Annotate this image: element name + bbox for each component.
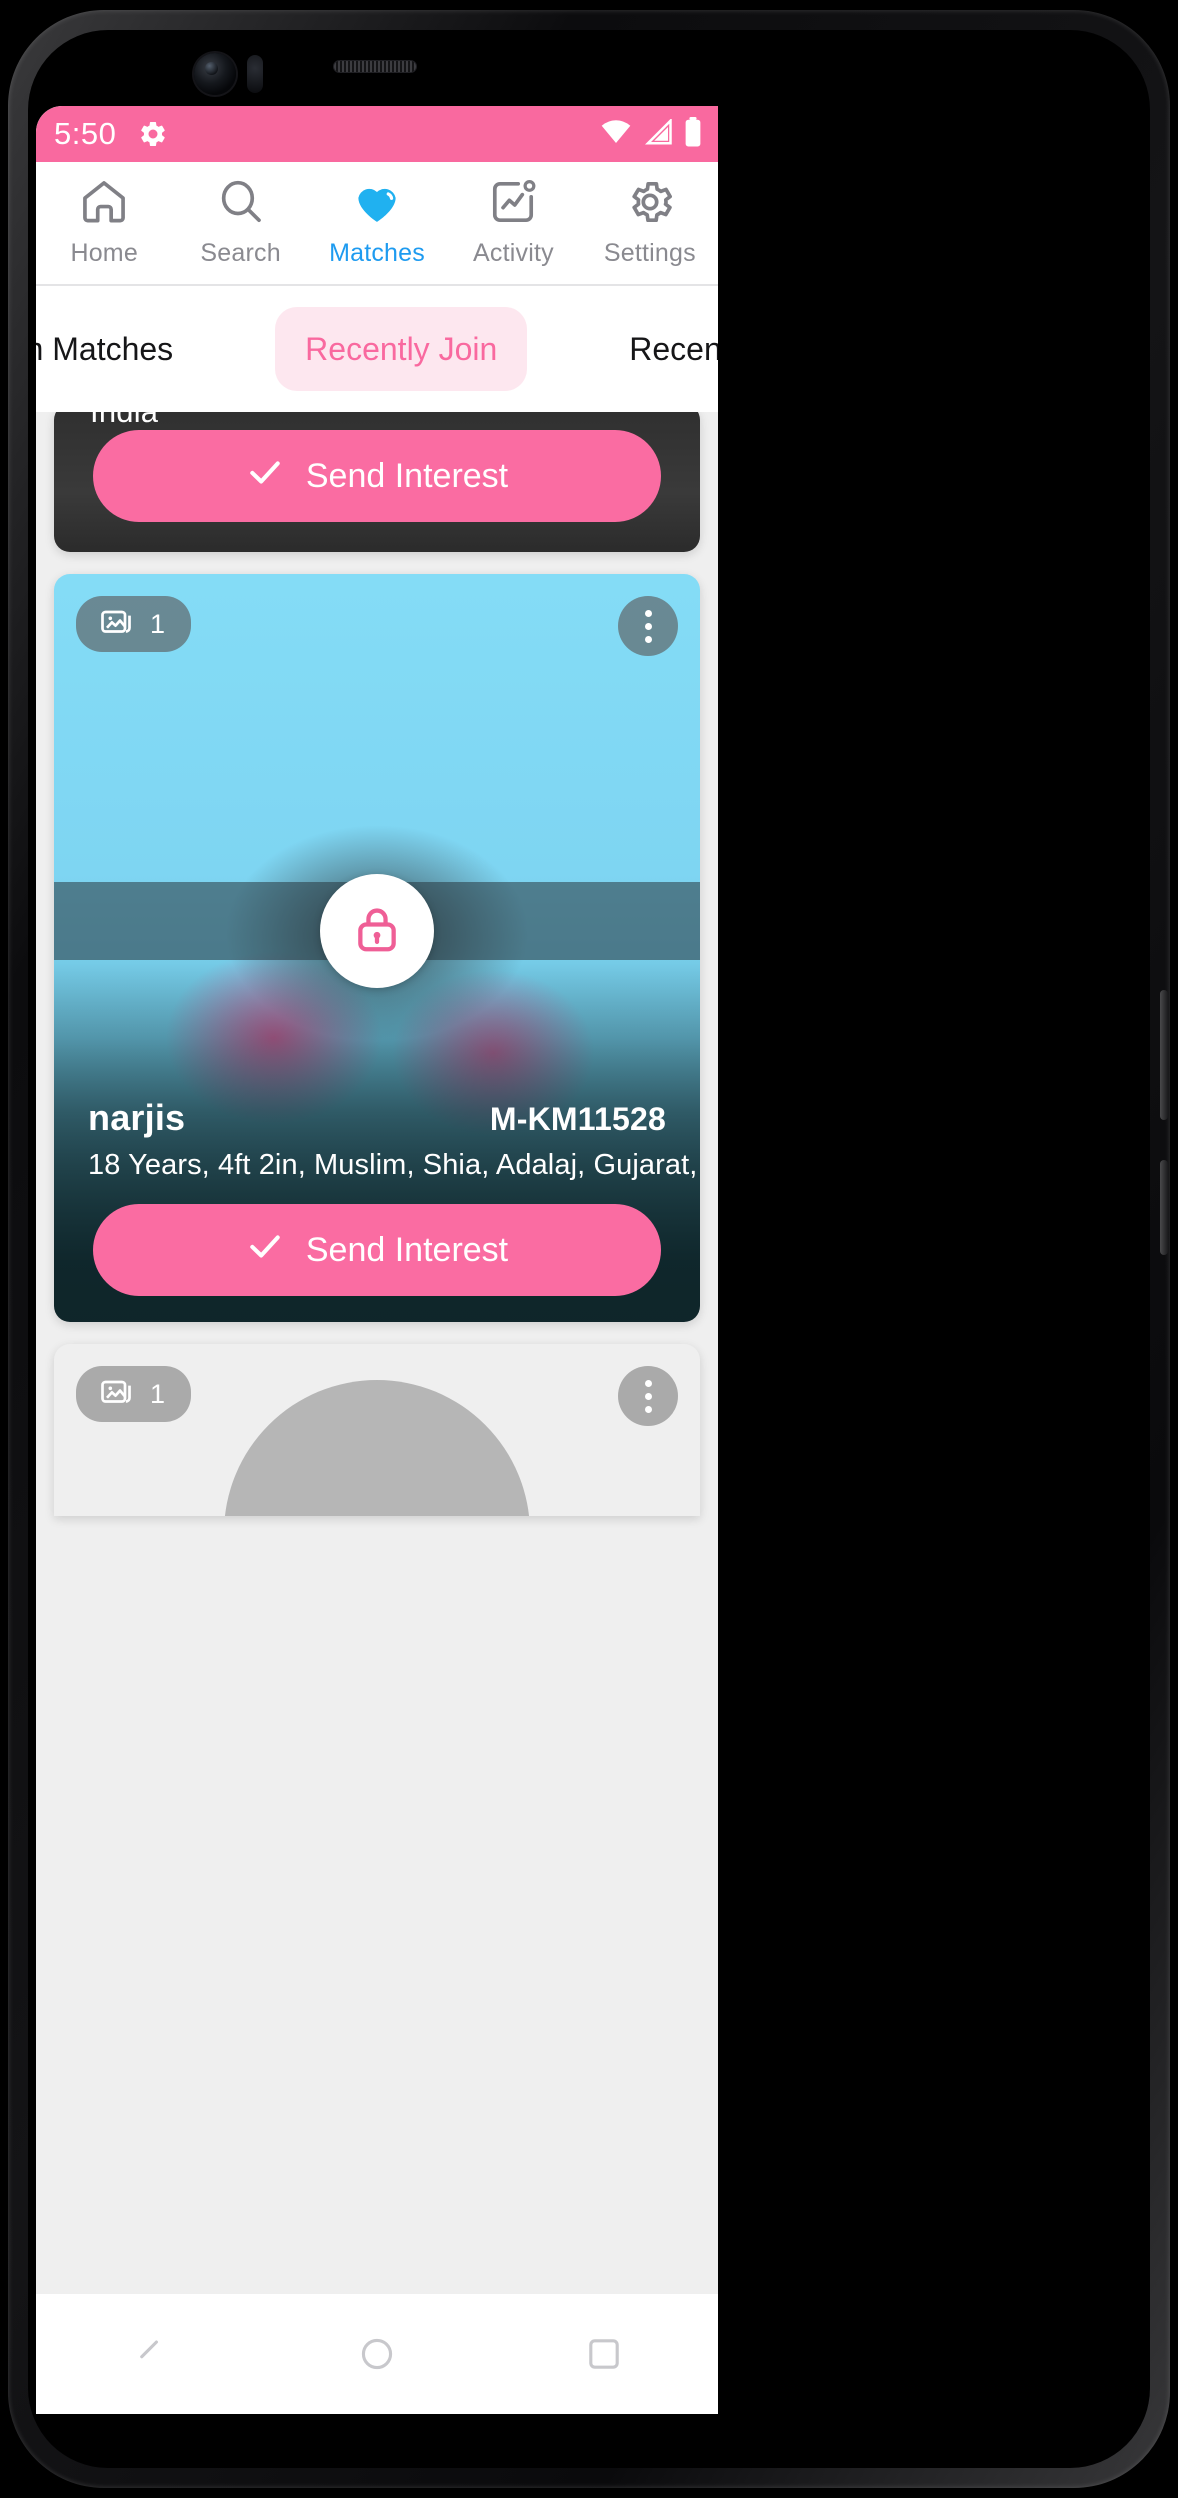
nav-tab-search[interactable]: Search: [172, 174, 308, 284]
activity-icon: [485, 174, 541, 230]
kebab-dot: [644, 635, 652, 643]
matches-feed[interactable]: India Send Interest: [36, 412, 718, 2392]
status-bar-indicators: [600, 116, 702, 152]
signal-icon: [643, 117, 673, 150]
kebab-dot: [644, 609, 652, 617]
volume-button[interactable]: [1160, 1160, 1168, 1255]
phone-frame: 5:50 Home Search Matches Activity Settin…: [8, 10, 1170, 2488]
gear-icon: [138, 119, 168, 149]
profile-card[interactable]: 1: [54, 574, 700, 1322]
photos-icon: [98, 603, 134, 646]
filter-tab-recently-login[interactable]: Recently Logi: [599, 307, 718, 391]
photo-count-badge[interactable]: 1: [76, 596, 192, 652]
gear-icon: [622, 174, 678, 230]
profile-card[interactable]: 1: [54, 1344, 700, 1516]
kebab-dot: [644, 1392, 652, 1400]
filter-tab-recently-joined[interactable]: Recently Join: [275, 307, 528, 391]
profile-info: narjis M-KM11528 18 Years, 4ft 2in, Musl…: [54, 1097, 700, 1322]
phone-screen: 5:50 Home Search Matches Activity Settin…: [36, 106, 718, 2414]
card-options-menu-icon[interactable]: [618, 1366, 678, 1426]
send-interest-label: Send Interest: [305, 456, 509, 495]
send-interest-label: Send Interest: [305, 1230, 509, 1269]
nav-tab-search-label: Search: [200, 239, 281, 267]
nav-tab-settings[interactable]: Settings: [582, 174, 718, 284]
nav-tab-home-label: Home: [70, 239, 138, 267]
front-camera-icon: [194, 53, 236, 95]
send-interest-button[interactable]: Send Interest: [93, 1204, 661, 1296]
filter-tab-custom-matches[interactable]: tom Matches: [36, 307, 203, 391]
profile-name: narjis: [88, 1097, 186, 1138]
kebab-dot: [644, 622, 652, 630]
nav-tab-matches[interactable]: Matches: [309, 174, 445, 284]
kebab-dot: [644, 1405, 652, 1413]
nav-tab-matches-label: Matches: [329, 239, 425, 267]
check-icon: [246, 453, 284, 500]
lock-icon: [350, 902, 404, 961]
home-circle-icon[interactable]: [349, 2326, 405, 2382]
power-button[interactable]: [1160, 990, 1168, 1120]
kebab-dot: [644, 1379, 652, 1387]
filter-tab-bar[interactable]: tom Matches Recently Join Recently Logi: [36, 286, 718, 412]
home-icon: [76, 174, 132, 230]
profile-location: India: [90, 412, 158, 430]
nav-tab-home[interactable]: Home: [36, 174, 172, 284]
photo-count-badge[interactable]: 1: [76, 1366, 192, 1422]
card-options-menu-icon[interactable]: [618, 596, 678, 656]
nav-tab-activity[interactable]: Activity: [445, 174, 581, 284]
recents-square-icon[interactable]: [576, 2326, 632, 2382]
wifi-icon: [600, 119, 632, 150]
nav-tab-activity-label: Activity: [473, 239, 554, 267]
android-system-navigation-bar: [36, 2294, 718, 2414]
locked-photo-button[interactable]: [320, 874, 434, 988]
send-interest-button[interactable]: Send Interest: [93, 430, 661, 522]
status-bar: 5:50: [36, 106, 718, 162]
earpiece-speaker: [333, 60, 417, 73]
status-bar-clock: 5:50: [54, 116, 117, 151]
photo-count-label: 1: [150, 608, 166, 639]
profile-member-id: M-KM11528: [489, 1101, 666, 1137]
top-navigation-bar: Home Search Matches Activity Settings: [36, 162, 718, 286]
profile-description: 18 Years, 4ft 2in, Muslim, Shia, Adalaj,…: [88, 1149, 700, 1181]
battery-icon: [684, 116, 702, 152]
photos-icon: [98, 1373, 134, 1416]
profile-photo-placeholder: [224, 1380, 530, 1516]
heart-icon: [349, 174, 405, 230]
check-icon: [246, 1227, 284, 1274]
profile-name-row: narjis M-KM11528: [88, 1097, 666, 1139]
nav-tab-settings-label: Settings: [603, 239, 696, 267]
search-icon: [213, 174, 269, 230]
back-icon[interactable]: [122, 2326, 178, 2382]
profile-card[interactable]: India Send Interest: [54, 412, 700, 552]
sensor-icon: [247, 55, 263, 93]
photo-count-label: 1: [150, 1378, 166, 1409]
